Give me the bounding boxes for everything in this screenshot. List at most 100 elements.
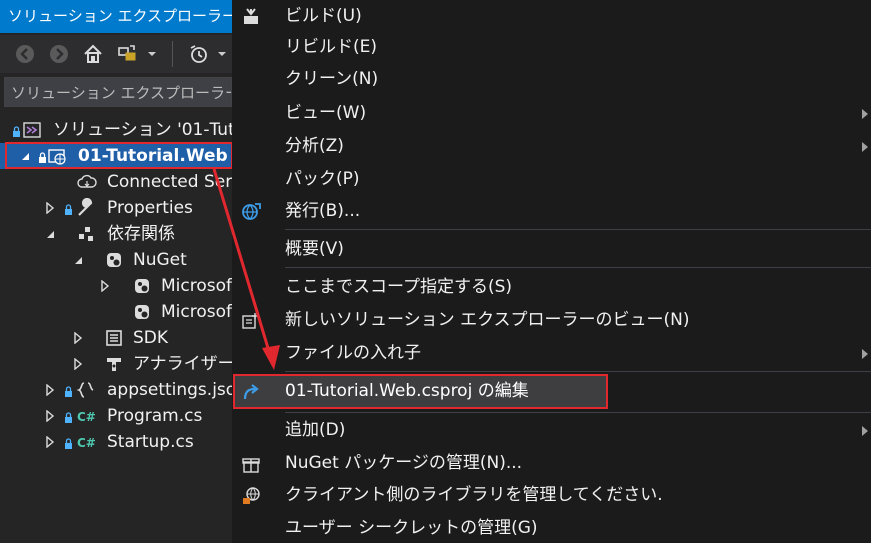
menu-item-label: ファイルの入れ子 bbox=[285, 343, 421, 363]
analyzer-icon bbox=[107, 358, 121, 371]
tree-item-startup[interactable]: C# Startup.cs bbox=[0, 429, 232, 455]
panel-title[interactable]: ソリューション エクスプローラー bbox=[0, 0, 232, 33]
explorer-toolbar bbox=[0, 35, 232, 73]
globe-publish-icon bbox=[242, 203, 261, 220]
submenu-arrow-icon bbox=[862, 349, 868, 359]
screen: ソリューション エクスプローラー ソリューション エクスプローラー ソリューショ… bbox=[0, 0, 871, 543]
svg-text:C#: C# bbox=[77, 436, 96, 450]
pending-changes-icon[interactable] bbox=[188, 43, 210, 65]
menu-item-label: ここまでスコープ指定する(S) bbox=[285, 277, 513, 297]
csharp-file-icon: C# bbox=[77, 436, 96, 450]
menu-item-label: 新しいソリューション エクスプローラーのビュー(N) bbox=[285, 310, 690, 330]
search-input[interactable]: ソリューション エクスプローラー の検索 bbox=[4, 77, 232, 107]
collapsed-arrow-icon[interactable] bbox=[44, 384, 56, 396]
menu-separator bbox=[285, 371, 871, 372]
tree-item-label: ソリューション '01-Tutorial' bbox=[53, 120, 232, 140]
tree-item-program[interactable]: C# Program.cs bbox=[0, 403, 232, 429]
new-window-icon bbox=[242, 313, 258, 329]
wrench-icon bbox=[78, 198, 93, 216]
tree-item-nuget[interactable]: NuGet bbox=[0, 247, 232, 273]
svg-text:C#: C# bbox=[77, 410, 96, 424]
tree-item-label: Microsoft bbox=[161, 302, 232, 322]
menu-item-rebuild[interactable]: リビルド(E) bbox=[232, 31, 871, 64]
tree-item-package[interactable]: Microsoft bbox=[0, 299, 232, 325]
tree-item-properties[interactable]: Properties bbox=[0, 195, 232, 221]
menu-separator bbox=[285, 267, 871, 268]
menu-item-add[interactable]: 追加(D) bbox=[232, 414, 871, 447]
menu-item-edit-csproj[interactable]: 01-Tutorial.Web.csproj の編集 bbox=[232, 375, 871, 408]
edit-redirect-icon bbox=[243, 384, 259, 400]
sync-view-icon[interactable] bbox=[116, 43, 138, 65]
dependencies-icon bbox=[79, 227, 93, 241]
menu-item-label: パック(P) bbox=[285, 169, 360, 189]
tree-item-label: appsettings.json bbox=[107, 380, 232, 400]
menu-item-build[interactable]: ビルド(U) bbox=[232, 0, 871, 33]
menu-separator bbox=[285, 412, 871, 413]
expanded-arrow-icon[interactable] bbox=[72, 254, 84, 266]
forward-icon[interactable] bbox=[48, 43, 70, 65]
menu-item-label: 01-Tutorial.Web.csproj の編集 bbox=[285, 381, 529, 401]
menu-item-label: 追加(D) bbox=[285, 420, 346, 440]
menu-item-clean[interactable]: クリーン(N) bbox=[232, 63, 871, 96]
tree-item-label: 依存関係 bbox=[107, 224, 175, 244]
lock-icon bbox=[65, 438, 72, 449]
submenu-arrow-icon bbox=[862, 109, 868, 119]
menu-item-overview[interactable]: 概要(V) bbox=[232, 233, 871, 266]
collapsed-arrow-icon[interactable] bbox=[44, 436, 56, 448]
menu-item-label: 分析(Z) bbox=[285, 136, 344, 156]
menu-item-label: 発行(B)... bbox=[285, 201, 361, 221]
tree-item-label: NuGet bbox=[133, 250, 187, 270]
solution-icon bbox=[23, 122, 41, 138]
tree-item-sdk[interactable]: SDK bbox=[0, 325, 232, 351]
back-icon[interactable] bbox=[14, 43, 36, 65]
tree-item-appsettings[interactable]: appsettings.json bbox=[0, 377, 232, 403]
tree-item-label: SDK bbox=[133, 328, 169, 348]
menu-item-analyze[interactable]: 分析(Z) bbox=[232, 130, 871, 163]
menu-item-view[interactable]: ビュー(W) bbox=[232, 97, 871, 130]
submenu-arrow-icon bbox=[862, 142, 868, 152]
lock-icon bbox=[13, 126, 20, 137]
collapsed-arrow-icon[interactable] bbox=[99, 280, 111, 292]
menu-item-file-nesting[interactable]: ファイルの入れ子 bbox=[232, 337, 871, 370]
home-icon[interactable] bbox=[82, 43, 104, 65]
tree-item-solution[interactable]: ソリューション '01-Tutorial' bbox=[0, 117, 232, 143]
sdk-icon bbox=[106, 330, 122, 346]
chevron-down-icon[interactable] bbox=[216, 43, 228, 65]
tree-item-label: アナライザー bbox=[133, 354, 232, 374]
menu-item-publish[interactable]: 発行(B)... bbox=[232, 195, 871, 228]
menu-item-label: クリーン(N) bbox=[285, 69, 379, 89]
submenu-arrow-icon bbox=[862, 426, 868, 436]
tree-item-label: Microsoft bbox=[161, 276, 232, 296]
collapsed-arrow-icon[interactable] bbox=[44, 410, 56, 422]
collapsed-arrow-icon[interactable] bbox=[72, 332, 84, 344]
chevron-down-icon[interactable] bbox=[146, 43, 158, 65]
lock-icon bbox=[65, 386, 72, 397]
menu-item-new-explorer-view[interactable]: 新しいソリューション エクスプローラーのビュー(N) bbox=[232, 304, 871, 337]
tree-item-dependencies[interactable]: 依存関係 bbox=[0, 221, 232, 247]
nuget-icon bbox=[107, 253, 121, 267]
lock-icon bbox=[65, 204, 72, 215]
nuget-package-icon bbox=[135, 305, 149, 319]
menu-separator bbox=[285, 229, 871, 230]
toolbar-separator bbox=[172, 41, 173, 67]
menu-item-manage-nuget[interactable]: NuGet パッケージの管理(N)... bbox=[232, 447, 871, 480]
collapsed-arrow-icon[interactable] bbox=[72, 358, 84, 370]
menu-item-scope[interactable]: ここまでスコープ指定する(S) bbox=[232, 271, 871, 304]
tree-item-label: Properties bbox=[107, 198, 193, 218]
menu-item-label: リビルド(E) bbox=[285, 37, 378, 57]
solution-explorer-panel: ソリューション エクスプローラー ソリューション エクスプローラー ソリューショ… bbox=[0, 0, 232, 543]
tree-item-package[interactable]: Microsoft bbox=[0, 273, 232, 299]
menu-item-client-libraries[interactable]: クライアント側のライブラリを管理してください. bbox=[232, 479, 871, 512]
menu-item-label: 概要(V) bbox=[285, 239, 344, 259]
build-icon bbox=[244, 8, 258, 24]
collapsed-arrow-icon[interactable] bbox=[44, 202, 56, 214]
tree-item-analyzers[interactable]: アナライザー bbox=[0, 351, 232, 377]
json-file-icon bbox=[76, 382, 94, 398]
expanded-arrow-icon[interactable] bbox=[44, 228, 56, 240]
menu-item-label: ビルド(U) bbox=[285, 6, 362, 26]
menu-item-label: ビュー(W) bbox=[285, 103, 367, 123]
tree-item-connected-services[interactable]: Connected Services bbox=[0, 169, 232, 195]
menu-item-pack[interactable]: パック(P) bbox=[232, 163, 871, 196]
nuget-gift-icon bbox=[242, 458, 260, 473]
menu-item-user-secrets[interactable]: ユーザー シークレットの管理(G) bbox=[232, 512, 871, 543]
